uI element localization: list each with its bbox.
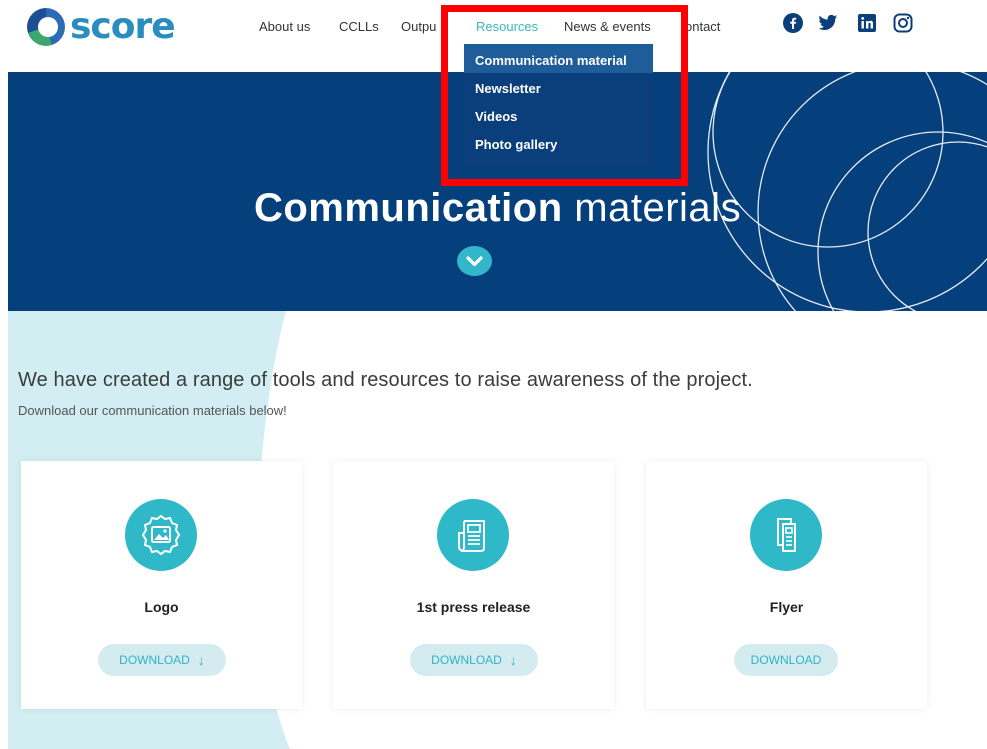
flyer-icon: [750, 499, 822, 571]
chevron-down-icon: [466, 256, 483, 267]
card-press-release: 1st press release DOWNLOAD ↓: [333, 461, 614, 709]
page-title: Communication materials: [8, 186, 987, 231]
facebook-icon[interactable]: [783, 13, 803, 33]
card-title: Flyer: [769, 599, 804, 615]
download-label: DOWNLOAD: [119, 653, 190, 667]
red-highlight-box: [441, 5, 688, 186]
download-label: DOWNLOAD: [750, 653, 822, 667]
site-logo[interactable]: score: [27, 6, 176, 47]
nav-contact[interactable]: ontact: [685, 19, 720, 34]
logo-mark-icon: [27, 8, 65, 46]
intro-headline: We have created a range of tools and res…: [18, 369, 753, 391]
newspaper-icon: [437, 499, 509, 571]
scroll-down-button[interactable]: [457, 246, 492, 276]
download-button[interactable]: DOWNLOAD ↓: [98, 644, 226, 676]
page-title-light: materials: [574, 186, 742, 230]
arrow-down-icon: ↓: [197, 652, 205, 668]
page-title-bold: Communication: [253, 186, 563, 230]
arrow-down-icon: ↓: [509, 652, 517, 668]
intro-subline: Download our communication materials bel…: [18, 403, 287, 418]
image-badge-icon: [125, 499, 197, 571]
nav-cclls[interactable]: CCLLs: [339, 19, 379, 34]
page: score About us CCLLs Outpu Resources New…: [0, 0, 987, 749]
download-label: DOWNLOAD: [431, 653, 502, 667]
card-flyer: Flyer DOWNLOAD: [646, 461, 927, 709]
nav-outputs[interactable]: Outpu: [401, 19, 436, 34]
instagram-icon[interactable]: [893, 13, 913, 33]
linkedin-icon[interactable]: [857, 13, 877, 33]
nav-about-us[interactable]: About us: [259, 19, 310, 34]
main-content: We have created a range of tools and res…: [0, 311, 987, 749]
twitter-icon[interactable]: [818, 13, 838, 33]
download-button[interactable]: DOWNLOAD ↓: [410, 644, 538, 676]
card-logo: Logo DOWNLOAD ↓: [21, 461, 302, 709]
card-title: 1st press release: [416, 599, 531, 615]
download-button[interactable]: DOWNLOAD: [734, 644, 838, 676]
logo-text: score: [70, 6, 176, 47]
card-title: Logo: [144, 599, 179, 615]
